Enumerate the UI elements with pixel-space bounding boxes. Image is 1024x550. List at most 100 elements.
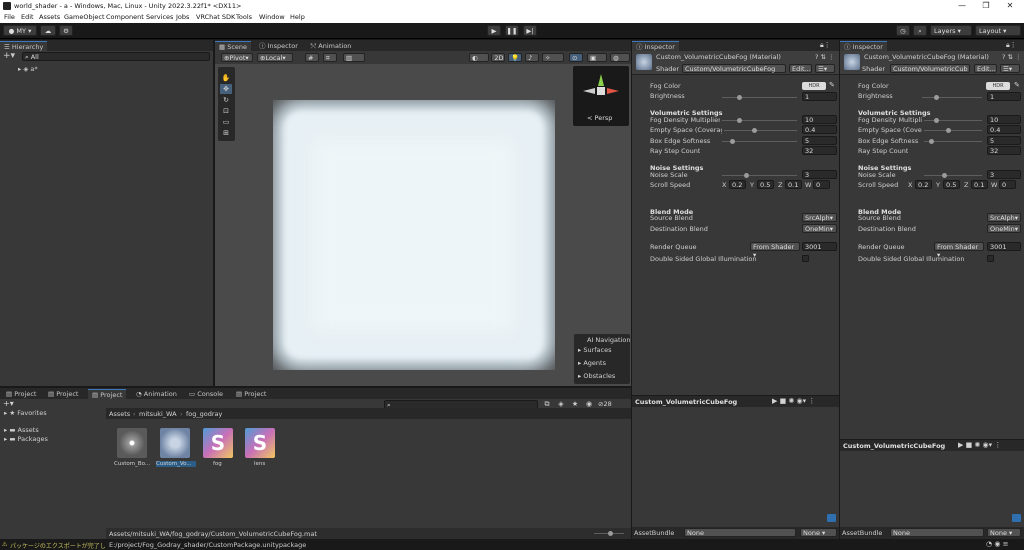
ray-step-field[interactable]: 32: [802, 146, 837, 155]
assetbundle-dropdown[interactable]: None: [890, 528, 984, 537]
hierarchy-search-input[interactable]: ⌕ All: [22, 52, 210, 61]
menu-component[interactable]: Component: [106, 13, 144, 21]
fog-color-swatch[interactable]: HDR: [986, 82, 1010, 90]
menu-file[interactable]: File: [4, 13, 15, 21]
breadcrumb-assets[interactable]: Assets: [109, 410, 130, 418]
preview-controls-icon[interactable]: ▶ ■ ✺ ◉▾ ⋮: [772, 397, 815, 405]
menu-vrchat-sdk[interactable]: VRChat SDK: [196, 13, 235, 21]
edge-softness-slider[interactable]: [722, 139, 797, 144]
fog-color-swatch[interactable]: HDR: [802, 82, 826, 90]
collab-icon[interactable]: ⚙: [59, 25, 73, 36]
light-icon[interactable]: 💡: [508, 53, 522, 62]
scroll-z-field[interactable]: 0.1: [785, 180, 802, 189]
help-icon[interactable]: ? ⇅ ⋮: [815, 53, 835, 61]
fx-icon[interactable]: ✧: [542, 53, 564, 62]
slider-knob[interactable]: [730, 139, 735, 144]
shader-dropdown[interactable]: Custom/VolumetricCub: [890, 64, 970, 73]
edit-shader-button[interactable]: Edit...: [789, 64, 812, 73]
menu-gameobject[interactable]: GameObject: [64, 13, 105, 21]
shader-menu-button[interactable]: ☰▾: [815, 64, 835, 73]
scroll-z-field[interactable]: 0.1: [971, 180, 988, 189]
eyedropper-icon[interactable]: ✎: [829, 81, 835, 89]
lock-icon[interactable]: 🔒︎⋮: [1006, 41, 1017, 50]
render-queue-dropdown[interactable]: From Shader ▾: [934, 242, 984, 259]
bundle-tag-icon[interactable]: [1012, 514, 1021, 522]
dst-blend-dropdown[interactable]: OneMin▾: [802, 224, 837, 233]
tab-hierarchy[interactable]: ☰ Hierarchy: [0, 41, 48, 51]
visibility-icon[interactable]: ⊙: [569, 53, 583, 62]
assetbundle-dropdown[interactable]: None: [684, 528, 796, 537]
empty-space-slider[interactable]: [724, 128, 797, 133]
overlay-surfaces[interactable]: ▸ Surfaces: [578, 346, 612, 354]
slider-knob[interactable]: [946, 128, 951, 133]
gizmo-center-icon[interactable]: [597, 87, 605, 95]
minimize-button[interactable]: —: [950, 0, 974, 12]
dst-blend-dropdown[interactable]: OneMin▾: [987, 224, 1021, 233]
space-dropdown[interactable]: ⊕Local▾: [257, 53, 293, 62]
tab-animation-bottom[interactable]: ◔ Animation: [132, 389, 181, 399]
density-field[interactable]: 10: [802, 115, 837, 124]
cloud-icon[interactable]: ☁: [40, 25, 56, 36]
audio-icon[interactable]: ♪: [525, 53, 539, 62]
shader-dropdown[interactable]: Custom/VolumetricCubeFog: [682, 64, 786, 73]
gizmo-y-axis-icon[interactable]: [598, 74, 604, 86]
2d-toggle[interactable]: 2D: [491, 53, 505, 62]
asset-item[interactable]: [117, 428, 147, 458]
edge-softness-field[interactable]: 5: [987, 136, 1021, 145]
menu-edit[interactable]: Edit: [21, 13, 34, 21]
layout-dropdown[interactable]: Layout ▾: [975, 25, 1021, 36]
pause-button[interactable]: ❚❚: [505, 25, 519, 36]
slider-knob[interactable]: [737, 118, 742, 123]
shader-menu-button[interactable]: ☰▾: [1000, 64, 1020, 73]
grid-icon[interactable]: #: [305, 53, 319, 62]
tab-project-4[interactable]: ▤ Project: [232, 389, 270, 399]
menu-tools[interactable]: Tools: [236, 13, 252, 21]
menu-help[interactable]: Help: [290, 13, 305, 21]
scale-tool-icon[interactable]: ⊡: [220, 106, 232, 116]
noise-scale-slider[interactable]: [722, 173, 797, 178]
edit-shader-button[interactable]: Edit...: [974, 64, 997, 73]
tab-scene[interactable]: ▦ Scene: [215, 41, 252, 51]
tab-project-1[interactable]: ▤ Project: [2, 389, 40, 399]
shading-icon[interactable]: ◐: [469, 53, 489, 62]
empty-space-field[interactable]: 0.4: [802, 125, 837, 134]
scroll-x-field[interactable]: 0.2: [729, 180, 746, 189]
scroll-w-field[interactable]: 0: [813, 180, 830, 189]
transform-tool-icon[interactable]: ⊞: [220, 128, 232, 138]
gizmos-icon[interactable]: ◍: [610, 53, 630, 62]
scroll-y-field[interactable]: 0.5: [757, 180, 774, 189]
scene-item[interactable]: ▸ ◈ a*: [18, 65, 38, 73]
hand-tool-icon[interactable]: ✋: [220, 73, 232, 83]
menu-assets[interactable]: Assets: [39, 13, 60, 21]
scroll-w-field[interactable]: 0: [999, 180, 1016, 189]
brightness-field[interactable]: 1: [802, 92, 837, 101]
persp-label[interactable]: < Persp: [587, 114, 612, 122]
asset-item[interactable]: S: [245, 428, 275, 458]
gizmo-negx-icon[interactable]: [583, 88, 595, 94]
assetbundle-variant-dropdown[interactable]: None ▾: [800, 528, 837, 537]
menu-jobs[interactable]: Jobs: [176, 13, 189, 21]
pivot-dropdown[interactable]: ⊕Pivot▾: [221, 53, 253, 62]
step-button[interactable]: ▶|: [523, 25, 537, 36]
slider-knob[interactable]: [934, 118, 939, 123]
asset-item[interactable]: S: [203, 428, 233, 458]
gizmo-x-axis-icon[interactable]: [607, 88, 619, 94]
close-button[interactable]: ✕: [998, 0, 1022, 12]
thumbnail-size-slider[interactable]: [594, 531, 624, 536]
tab-inspector-1[interactable]: ⓘ Inspector: [632, 41, 679, 51]
camera-icon[interactable]: ▣: [587, 53, 607, 62]
move-tool-icon[interactable]: ✥: [220, 84, 232, 94]
account-dropdown[interactable]: ● MY ▾: [3, 25, 37, 36]
search-icon[interactable]: ⌕: [913, 25, 927, 36]
slider-knob[interactable]: [608, 531, 613, 536]
noise-scale-field[interactable]: 3: [802, 170, 837, 179]
tab-project-3[interactable]: ▤ Project: [88, 389, 127, 399]
breadcrumb-mitsuki[interactable]: mitsuki_WA: [139, 410, 177, 418]
history-icon[interactable]: ◷: [896, 25, 910, 36]
ray-step-field[interactable]: 32: [987, 146, 1021, 155]
scroll-x-field[interactable]: 0.2: [915, 180, 932, 189]
tab-animation[interactable]: ⤲ Animation: [307, 41, 355, 51]
rect-tool-icon[interactable]: ▭: [220, 117, 232, 127]
packages-folder[interactable]: ▸ ▬ Packages: [4, 435, 48, 443]
overlay-obstacles[interactable]: ▸ Obstacles: [578, 372, 615, 380]
